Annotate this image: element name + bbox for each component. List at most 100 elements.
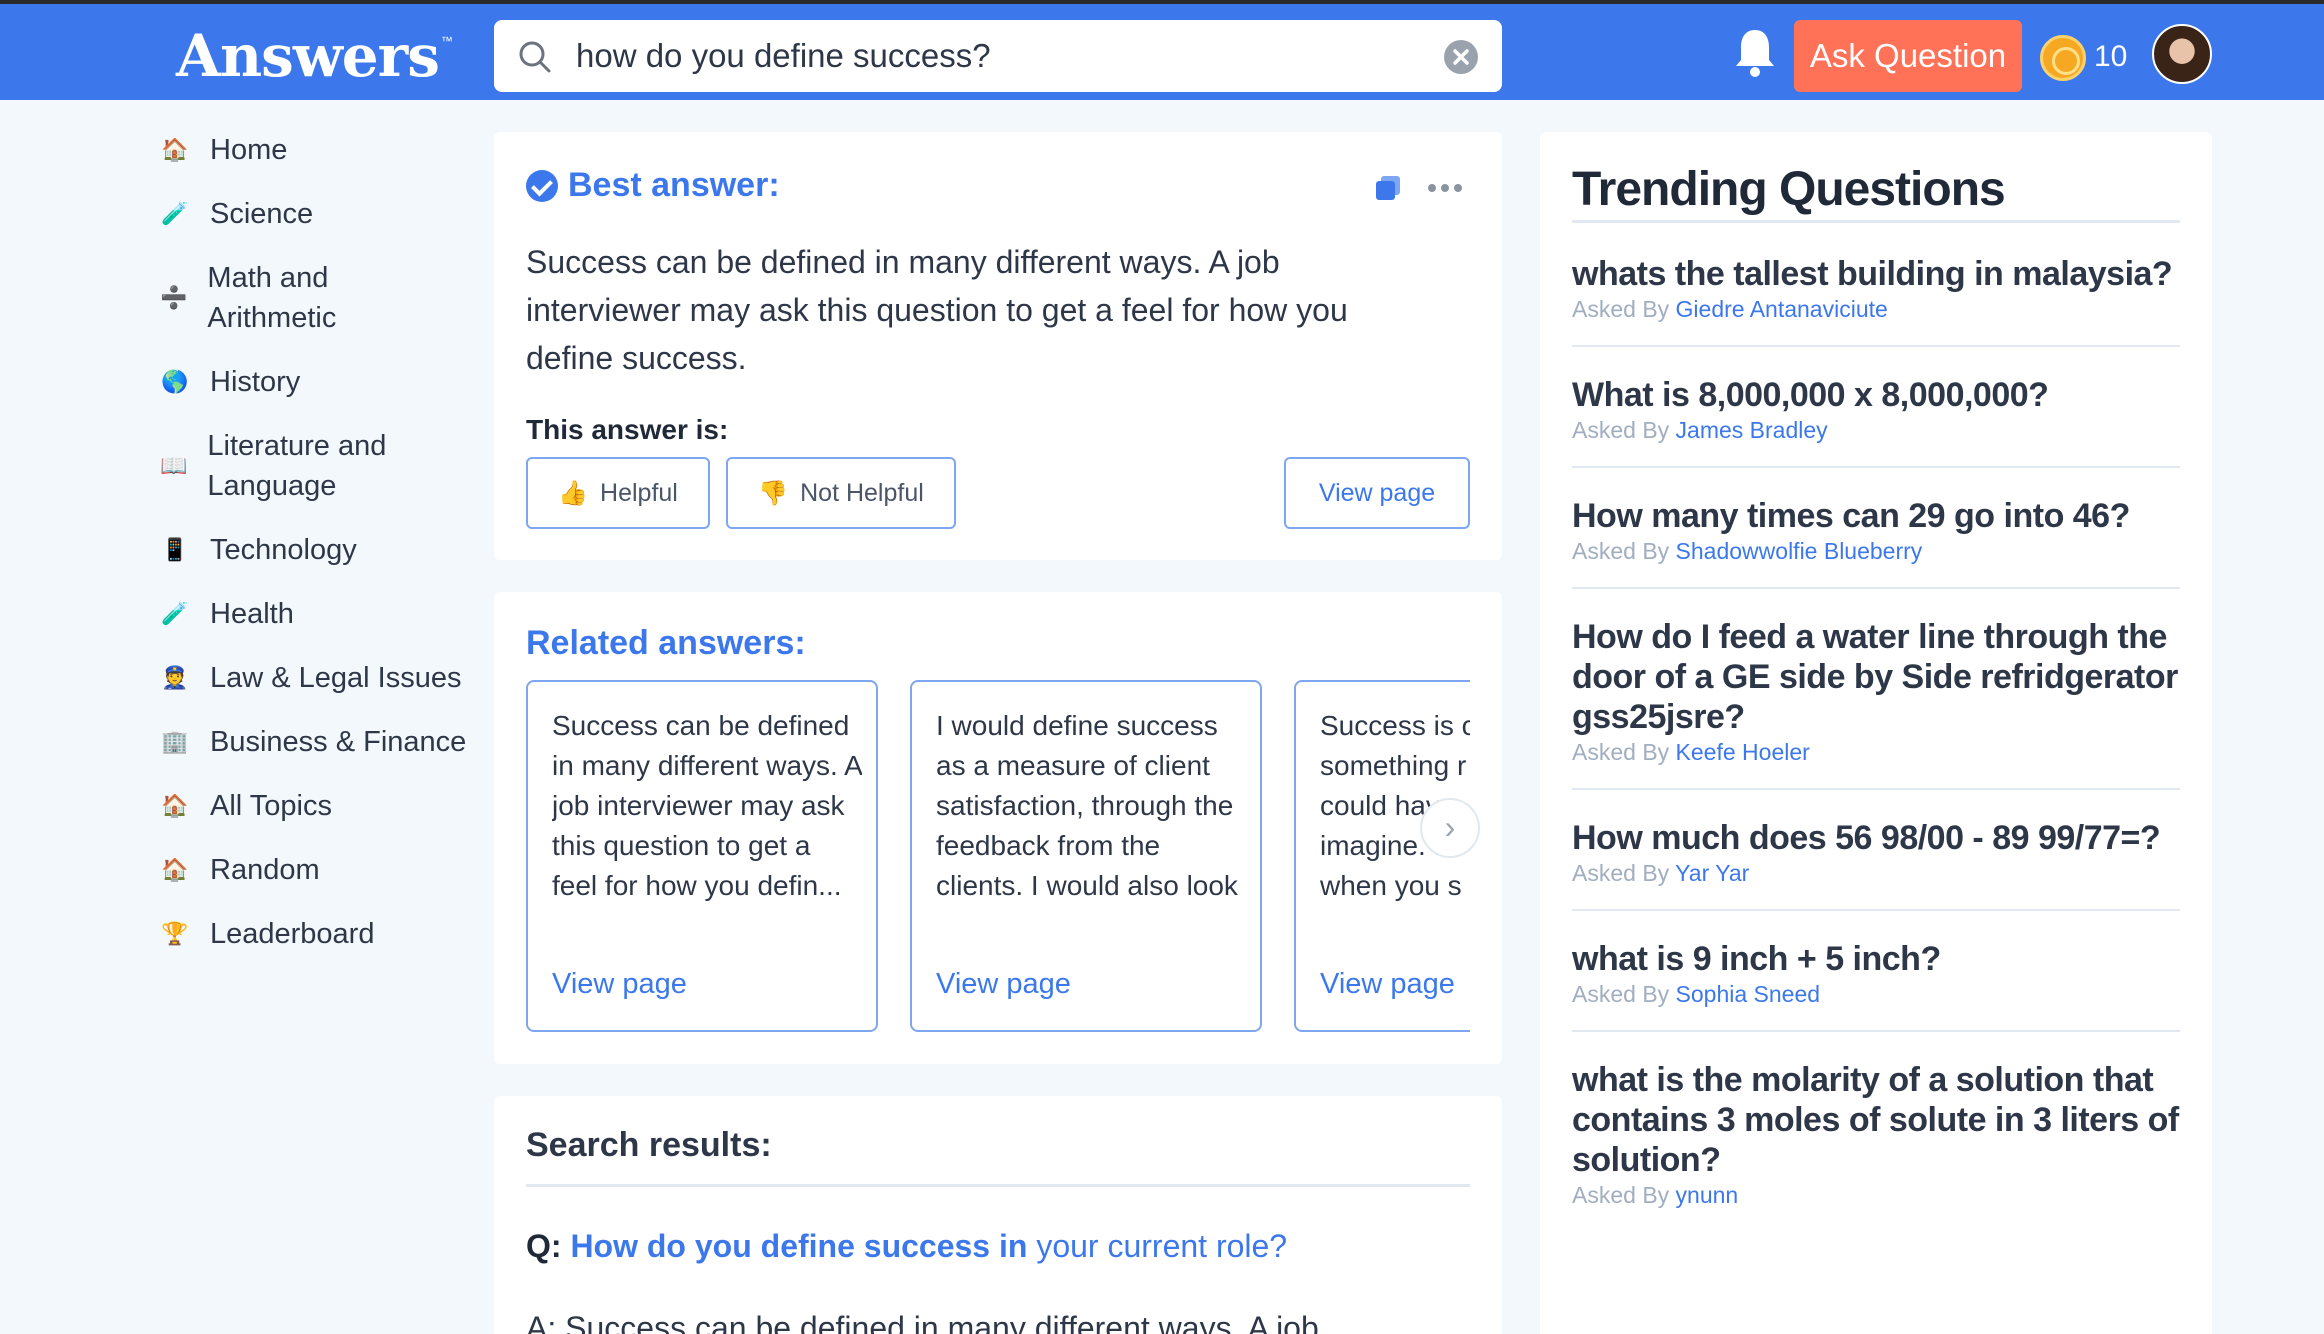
view-page-button[interactable]: View page <box>1284 457 1470 529</box>
user-avatar[interactable] <box>2152 24 2212 84</box>
thumbs-up-icon: 👍 <box>558 479 589 507</box>
trending-question-title[interactable]: How much does 56 98/00 - 89 99/77=? <box>1572 818 2180 858</box>
search-results-heading: Search results: <box>526 1126 772 1164</box>
view-page-link[interactable]: View page <box>1320 968 1455 1001</box>
trending-question-title[interactable]: whats the tallest building in malaysia? <box>1572 254 2180 294</box>
sidebar-item-label: History <box>210 366 301 398</box>
sidebar-item-health[interactable]: 🧪 Health <box>160 594 480 634</box>
clear-search-icon[interactable] <box>1444 40 1478 74</box>
trending-question-item[interactable]: whats the tallest building in malaysia? … <box>1572 254 2180 347</box>
asker-link[interactable]: Yar Yar <box>1675 860 1749 886</box>
sidebar-item-label: Literature and Language <box>207 430 387 502</box>
trophy-icon: 🏆 <box>161 921 189 946</box>
home-icon: 🏠 <box>161 857 189 882</box>
trending-questions-list: whats the tallest building in malaysia? … <box>1572 254 2180 1259</box>
asker-link[interactable]: Keefe Hoeler <box>1676 739 1810 765</box>
divide-icon: ➗ <box>160 285 188 310</box>
test-tube-icon: 🧪 <box>161 201 189 226</box>
trending-question-item[interactable]: How do I feed a water line through the d… <box>1572 617 2180 790</box>
sidebar-item-label: Law & Legal Issues <box>210 662 462 694</box>
verified-check-icon <box>526 169 558 202</box>
asker-link[interactable]: Shadowwolfie Blueberry <box>1676 538 1923 564</box>
trending-question-item[interactable]: What is 8,000,000 x 8,000,000? Asked By … <box>1572 375 2180 468</box>
header: Answers™ Ask Question 10 <box>0 4 2324 100</box>
home-icon: 🏠 <box>161 793 189 818</box>
search-bar <box>494 20 1502 92</box>
asker-link[interactable]: ynunn <box>1676 1182 1739 1208</box>
trending-question-title[interactable]: What is 8,000,000 x 8,000,000? <box>1572 375 2180 415</box>
search-icon <box>519 41 551 73</box>
related-answer-text: I would define success as a measure of c… <box>936 710 1238 901</box>
office-building-icon: 🏢 <box>161 729 189 754</box>
sidebar-item-label: Home <box>210 134 288 166</box>
sidebar-item-law[interactable]: 👮 Law & Legal Issues <box>160 658 480 698</box>
home-icon: 🏠 <box>161 137 189 162</box>
best-answer-card: Best answer: Success can be defined in m… <box>494 132 1502 560</box>
book-icon: 📖 <box>160 453 188 478</box>
sidebar-item-literature[interactable]: 📖 Literature and Language <box>160 426 420 506</box>
sidebar-item-random[interactable]: 🏠 Random <box>160 850 480 890</box>
sidebar-item-label: Health <box>210 598 294 630</box>
related-answers-card: Related answers: Success can be defined … <box>494 592 1502 1064</box>
coin-icon <box>2040 35 2086 81</box>
not-helpful-button[interactable]: 👎 Not Helpful <box>726 457 956 529</box>
sidebar-item-technology[interactable]: 📱 Technology <box>160 530 480 570</box>
trending-questions-heading: Trending Questions <box>1572 163 2006 216</box>
search-results-card: Search results: Q: How do you define suc… <box>494 1096 1502 1334</box>
related-answer-card[interactable]: I would define success as a measure of c… <box>910 680 1262 1032</box>
search-result-answer: A: Success can be defined in many differ… <box>526 1310 1319 1334</box>
police-officer-icon: 👮 <box>161 665 189 690</box>
logo[interactable]: Answers ™ <box>176 22 453 90</box>
best-answer-text: Success can be defined in many different… <box>526 244 1348 376</box>
sidebar-item-label: Science <box>210 198 314 230</box>
related-answers-carousel: Success can be defined in many different… <box>526 680 1470 1036</box>
notification-bell-icon[interactable] <box>1732 26 1778 80</box>
trending-question-item[interactable]: what is the molarity of a solution that … <box>1572 1060 2180 1231</box>
answer-rating-label: This answer is: <box>526 414 729 445</box>
phone-icon: 📱 <box>161 537 189 562</box>
view-page-link[interactable]: View page <box>936 968 1071 1001</box>
trending-question-title[interactable]: How do I feed a water line through the d… <box>1572 617 2180 737</box>
best-answer-heading: Best answer: <box>526 166 780 205</box>
sidebar-item-label: Technology <box>210 534 357 566</box>
trending-questions-panel: Trending Questions whats the tallest bui… <box>1540 132 2212 1334</box>
thumbs-down-icon: 👎 <box>758 479 789 507</box>
divider <box>526 1184 1470 1187</box>
related-answer-text: Success can be defined in many different… <box>552 710 862 901</box>
helpful-button[interactable]: 👍 Helpful <box>526 457 710 529</box>
coin-count: 10 <box>2094 40 2128 73</box>
trending-question-item[interactable]: How much does 56 98/00 - 89 99/77=? Aske… <box>1572 818 2180 911</box>
search-result-question-link[interactable]: Q: How do you define success in your cur… <box>526 1228 1287 1265</box>
sidebar-item-label: All Topics <box>210 790 332 822</box>
more-options-icon[interactable] <box>1428 184 1462 192</box>
sidebar-item-home[interactable]: 🏠 Home <box>160 130 480 170</box>
sidebar-item-label: Random <box>210 854 320 886</box>
carousel-next-arrow-icon[interactable]: › <box>1420 798 1480 858</box>
sidebar-item-science[interactable]: 🧪 Science <box>160 194 480 234</box>
trending-question-item[interactable]: what is 9 inch + 5 inch? Asked By Sophia… <box>1572 939 2180 1032</box>
divider <box>1572 220 2180 223</box>
globe-icon: 🌎 <box>161 369 189 394</box>
sidebar-item-label: Leaderboard <box>210 918 375 950</box>
asker-link[interactable]: James Bradley <box>1676 417 1828 443</box>
trending-question-title[interactable]: How many times can 29 go into 46? <box>1572 496 2180 536</box>
asker-link[interactable]: Giedre Antanaviciute <box>1676 296 1888 322</box>
view-page-link[interactable]: View page <box>552 968 687 1001</box>
sidebar-item-history[interactable]: 🌎 History <box>160 362 480 402</box>
related-answer-card[interactable]: Success can be defined in many different… <box>526 680 878 1032</box>
sidebar-item-business[interactable]: 🏢 Business & Finance <box>160 722 480 762</box>
sidebar-nav: 🏠 Home 🧪 Science ➗ Math and Arithmetic 🌎… <box>160 130 480 954</box>
test-tube-icon: 🧪 <box>161 601 189 626</box>
asker-link[interactable]: Sophia Sneed <box>1676 981 1821 1007</box>
related-answers-heading: Related answers: <box>526 624 806 662</box>
trending-question-title[interactable]: what is 9 inch + 5 inch? <box>1572 939 2180 979</box>
sidebar-item-leaderboard[interactable]: 🏆 Leaderboard <box>160 914 480 954</box>
copy-icon[interactable] <box>1374 174 1402 202</box>
sidebar-item-label: Math and Arithmetic <box>207 262 337 334</box>
sidebar-item-math[interactable]: ➗ Math and Arithmetic <box>160 258 370 338</box>
sidebar-item-all-topics[interactable]: 🏠 All Topics <box>160 786 480 826</box>
search-input[interactable] <box>576 34 1426 78</box>
trending-question-item[interactable]: How many times can 29 go into 46? Asked … <box>1572 496 2180 589</box>
ask-question-button[interactable]: Ask Question <box>1794 20 2022 92</box>
trending-question-title[interactable]: what is the molarity of a solution that … <box>1572 1060 2180 1180</box>
